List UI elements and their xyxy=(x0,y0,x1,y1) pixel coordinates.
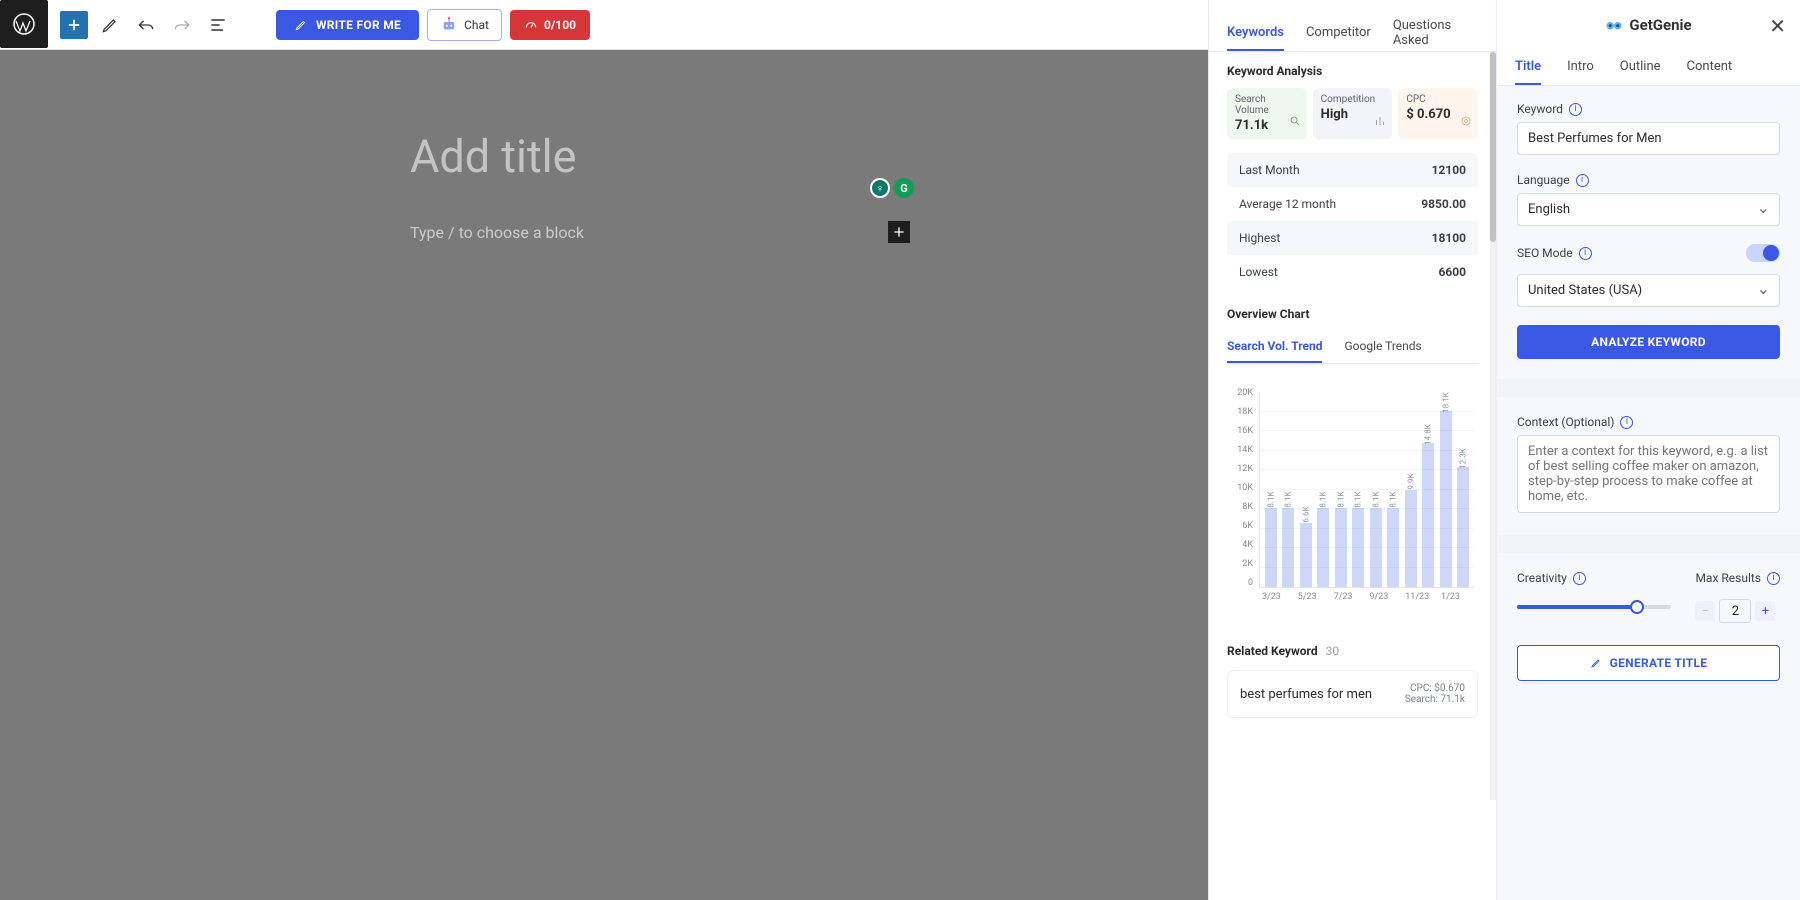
tab-content[interactable]: Content xyxy=(1687,50,1733,85)
info-icon[interactable]: i xyxy=(1620,416,1633,429)
scroll-thumb[interactable] xyxy=(1490,52,1496,242)
chat-label: Chat xyxy=(464,18,489,32)
tab-title[interactable]: Title xyxy=(1515,50,1541,85)
bars-icon xyxy=(1374,112,1386,131)
context-label: Context (Optional) xyxy=(1517,415,1614,429)
scrollbar[interactable] xyxy=(1490,52,1496,800)
metric-cpc: CPC $ 0.670 xyxy=(1398,88,1478,139)
tab-keywords[interactable]: Keywords xyxy=(1227,16,1284,51)
getgenie-icon xyxy=(1605,18,1623,32)
language-select[interactable]: English xyxy=(1517,193,1780,226)
search-icon xyxy=(1289,112,1301,131)
getgenie-brand: GetGenie xyxy=(1605,16,1691,34)
related-keyword-heading: Related Keyword xyxy=(1227,644,1318,658)
stat-row: Lowest6600 xyxy=(1227,255,1478,289)
metric-label: CPC xyxy=(1406,94,1470,105)
editor-pane: WRITE FOR ME Chat 0/100 Add title Type /… xyxy=(0,0,1208,900)
document-outline-icon[interactable] xyxy=(204,11,232,39)
analyze-keyword-button[interactable]: ANALYZE KEYWORD xyxy=(1517,325,1780,359)
stepper-increment[interactable]: + xyxy=(1755,601,1775,621)
settings-column: GetGenie ✕ Title Intro Outline Content K… xyxy=(1497,0,1800,900)
stat-row: Highest18100 xyxy=(1227,221,1478,255)
yoast-bulb-icon[interactable]: ♀ xyxy=(870,178,890,198)
analysis-tabs: Keywords Competitor Questions Asked xyxy=(1209,0,1496,52)
info-icon[interactable]: i xyxy=(1573,572,1586,585)
stepper-decrement[interactable]: − xyxy=(1695,601,1715,621)
getgenie-drawer: Keywords Competitor Questions Asked Keyw… xyxy=(1208,0,1800,900)
metric-label: Competition xyxy=(1321,94,1385,105)
write-for-me-label: WRITE FOR ME xyxy=(316,18,401,32)
content-tabs: Title Intro Outline Content xyxy=(1497,50,1800,86)
max-results-label: Max Results xyxy=(1695,571,1761,585)
related-keyword-name: best perfumes for men xyxy=(1240,687,1372,702)
creativity-label: Creativity xyxy=(1517,571,1567,585)
metric-search-volume: Search Volume 71.1k xyxy=(1227,88,1307,139)
tab-questions[interactable]: Questions Asked xyxy=(1393,16,1478,51)
search-volume-chart: 20K18K16K14K12K10K8K6K4K2K0 8.1K8.1K6.6K… xyxy=(1227,376,1478,616)
robot-icon xyxy=(440,16,458,34)
info-icon[interactable]: i xyxy=(1767,572,1780,585)
seo-mode-label: SEO Mode xyxy=(1517,246,1573,260)
related-keyword-search: Search: 71.1k xyxy=(1405,694,1465,705)
tab-search-vol-trend[interactable]: Search Vol. Trend xyxy=(1227,331,1322,363)
max-results-value[interactable]: 2 xyxy=(1719,599,1751,623)
seo-mode-toggle[interactable] xyxy=(1746,244,1780,262)
add-block-button[interactable] xyxy=(60,11,88,39)
keyword-label: Keyword xyxy=(1517,102,1563,116)
tab-competitor[interactable]: Competitor xyxy=(1306,16,1371,51)
tab-google-trends[interactable]: Google Trends xyxy=(1344,331,1421,363)
grammarly-icon[interactable]: G xyxy=(894,178,914,198)
wordpress-logo[interactable] xyxy=(0,0,48,48)
country-select[interactable]: United States (USA) xyxy=(1517,274,1780,307)
chart-tabs: Search Vol. Trend Google Trends xyxy=(1227,331,1478,364)
related-keyword-cpc: CPC: $0.670 xyxy=(1405,683,1465,694)
keyword-analysis-heading: Keyword Analysis xyxy=(1227,64,1478,78)
creativity-slider[interactable] xyxy=(1517,605,1671,609)
analysis-column: Keywords Competitor Questions Asked Keyw… xyxy=(1209,0,1497,900)
stat-row: Last Month12100 xyxy=(1227,153,1478,187)
context-textarea[interactable] xyxy=(1517,435,1780,513)
block-placeholder-text[interactable]: Type / to choose a block xyxy=(410,223,584,242)
info-icon[interactable]: i xyxy=(1576,174,1589,187)
seo-score-button[interactable]: 0/100 xyxy=(510,10,590,40)
stat-list: Last Month12100 Average 12 month9850.00 … xyxy=(1227,153,1478,289)
keyword-input[interactable] xyxy=(1517,122,1780,155)
tab-outline[interactable]: Outline xyxy=(1620,50,1661,85)
undo-icon[interactable] xyxy=(132,11,160,39)
related-keyword-item[interactable]: best perfumes for men CPC: $0.670 Search… xyxy=(1227,670,1478,718)
metric-competition: Competition High xyxy=(1313,88,1393,139)
info-icon[interactable]: i xyxy=(1569,103,1582,116)
inline-add-block-button[interactable] xyxy=(888,221,910,243)
post-title-input[interactable]: Add title xyxy=(410,130,1148,183)
related-keyword-count: 30 xyxy=(1326,644,1340,658)
seo-score-label: 0/100 xyxy=(544,18,576,32)
info-icon[interactable]: i xyxy=(1579,247,1592,260)
stat-row: Average 12 month9850.00 xyxy=(1227,187,1478,221)
chat-button[interactable]: Chat xyxy=(427,9,502,41)
close-icon[interactable]: ✕ xyxy=(1769,14,1786,38)
tab-intro[interactable]: Intro xyxy=(1567,50,1594,85)
generate-title-button[interactable]: GENERATE TITLE xyxy=(1517,645,1780,681)
overview-chart-heading: Overview Chart xyxy=(1227,307,1478,321)
topbar: WRITE FOR ME Chat 0/100 xyxy=(0,0,1208,50)
target-icon xyxy=(1460,112,1472,131)
language-label: Language xyxy=(1517,173,1570,187)
write-for-me-button[interactable]: WRITE FOR ME xyxy=(276,10,419,40)
redo-icon[interactable] xyxy=(168,11,196,39)
editor-body: Add title Type / to choose a block ♀ G xyxy=(0,50,1208,900)
edit-icon[interactable] xyxy=(96,11,124,39)
